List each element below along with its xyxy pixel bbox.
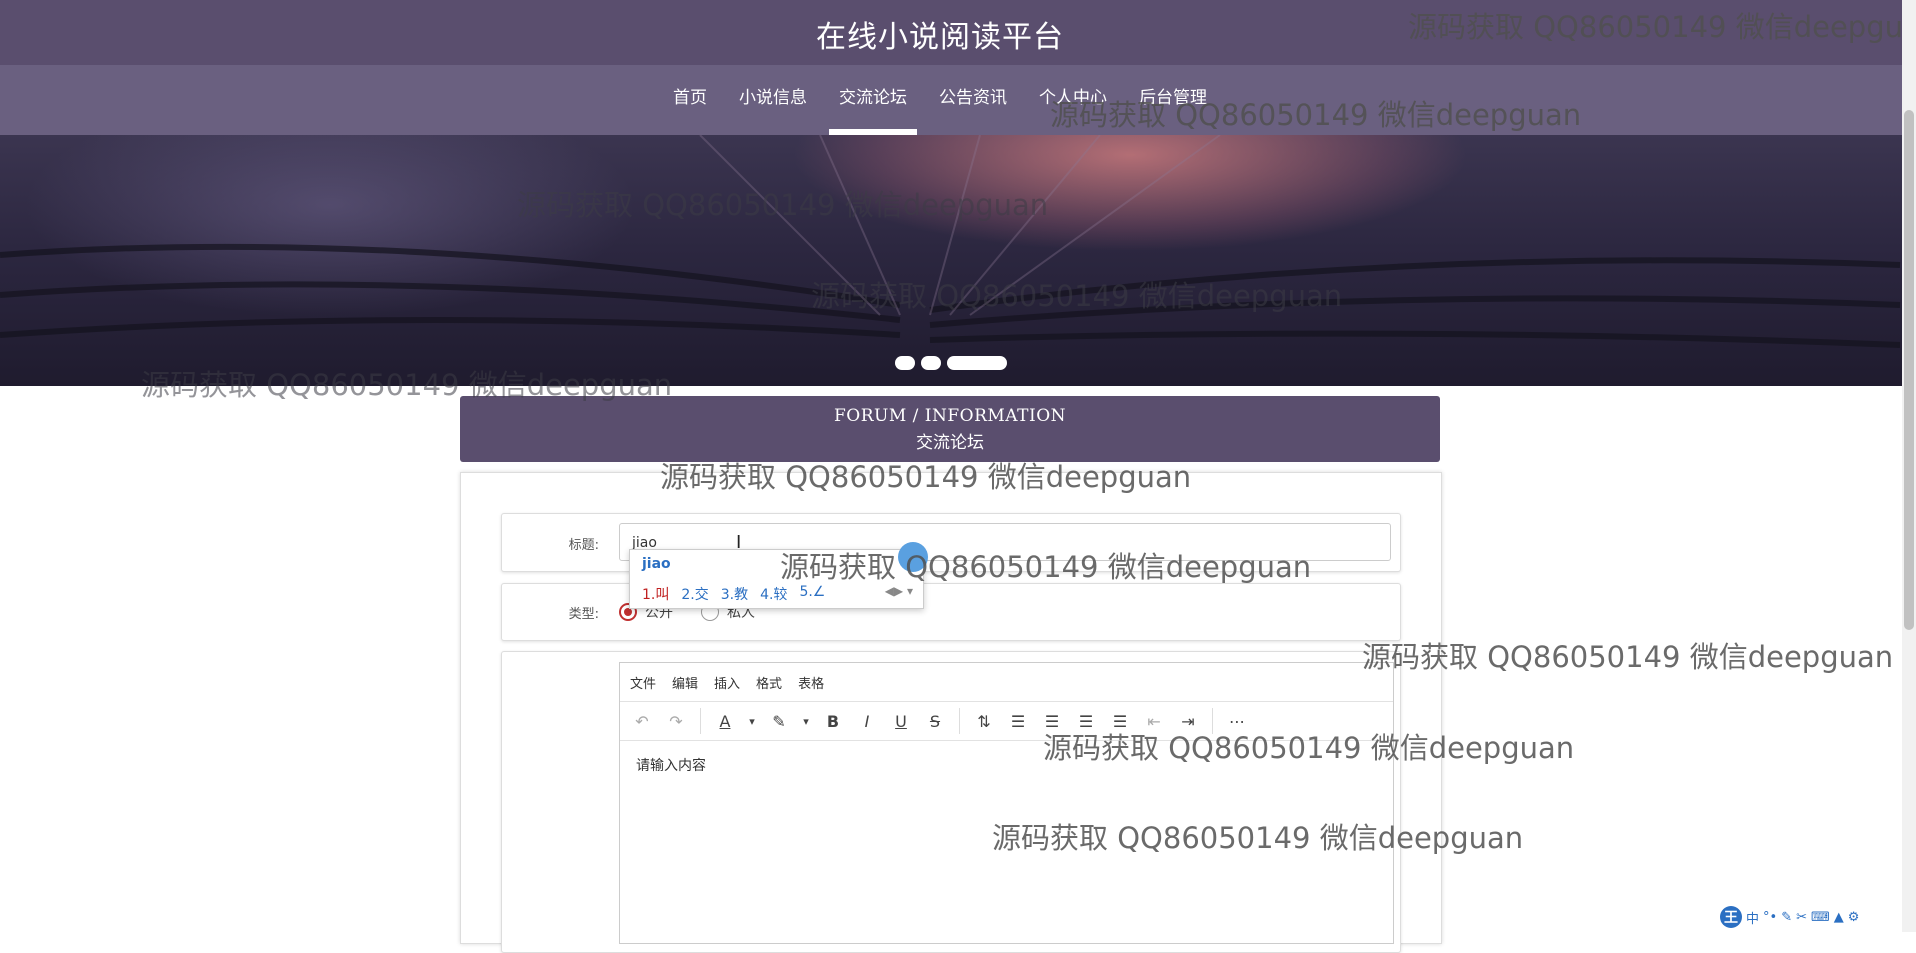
carousel-indicators	[895, 356, 1007, 370]
ime-candidates: 1.叫 2.交 3.教 4.较 5.∠	[642, 584, 825, 604]
banner-carousel	[0, 135, 1902, 386]
editor-menu-bar: 文件 编辑 插入 格式 表格	[620, 663, 1393, 702]
scrollbar-thumb[interactable]	[1904, 110, 1914, 630]
ime-app-icon[interactable]: 王	[1720, 906, 1742, 928]
nav-item-forum[interactable]: 交流论坛	[823, 65, 923, 135]
nav-item-novels[interactable]: 小说信息	[723, 65, 823, 135]
ime-candidate[interactable]: 2.交	[681, 584, 708, 604]
nav-item-admin[interactable]: 后台管理	[1123, 65, 1223, 135]
editor-toolbar: ↶ ↷ A ▾ ✎ ▾ B I U S ⇅ ☰ ☰ ☰ ☰ ⇤ ⇥ ⋯	[620, 702, 1393, 741]
keyboard-icon[interactable]: ⌨	[1811, 910, 1830, 925]
book-image	[0, 135, 1901, 348]
scissors-icon[interactable]: ✂	[1796, 910, 1807, 925]
top-header: 在线小说阅读平台	[0, 0, 1902, 65]
ime-candidate[interactable]: 1.叫	[642, 584, 669, 604]
underline-icon[interactable]: U	[887, 707, 915, 735]
carousel-dot[interactable]	[895, 356, 915, 370]
ime-candidate-window: jiao 1.叫 2.交 3.教 4.较 5.∠ ◀▶ ▾	[629, 542, 928, 609]
forum-heading-cn: 交流论坛	[916, 433, 984, 453]
forum-heading-en: FORUM / INFORMATION	[833, 406, 1067, 426]
align-center-icon[interactable]: ☰	[1038, 707, 1066, 735]
more-icon[interactable]: ⋯	[1223, 707, 1251, 735]
site-title: 在线小说阅读平台	[816, 20, 1064, 55]
undo-icon[interactable]: ↶	[628, 707, 656, 735]
title-label: 标题:	[568, 538, 599, 553]
skin-icon[interactable]: ▲	[1834, 910, 1844, 925]
ime-logo-icon	[898, 542, 928, 572]
menu-insert[interactable]: 插入	[714, 673, 740, 692]
carousel-dot-active[interactable]	[947, 356, 1007, 370]
forum-heading: FORUM / INFORMATION 交流论坛	[460, 396, 1440, 462]
menu-edit[interactable]: 编辑	[672, 673, 698, 692]
redo-icon[interactable]: ↷	[662, 707, 690, 735]
toolbar-divider	[959, 708, 960, 734]
chevron-down-icon[interactable]: ▾	[799, 707, 813, 735]
nav-item-announcements[interactable]: 公告资讯	[923, 65, 1023, 135]
line-height-icon[interactable]: ⇅	[970, 707, 998, 735]
align-justify-icon[interactable]: ☰	[1106, 707, 1134, 735]
pen-icon[interactable]: ✎	[1781, 910, 1792, 925]
ime-candidate[interactable]: 5.∠	[799, 584, 825, 604]
main-nav: 首页 小说信息 交流论坛 公告资讯 个人中心 后台管理	[0, 65, 1902, 135]
highlight-color-icon[interactable]: ✎	[765, 707, 793, 735]
nav-item-user-center[interactable]: 个人中心	[1023, 65, 1123, 135]
strikethrough-icon[interactable]: S	[921, 707, 949, 735]
nav-item-home[interactable]: 首页	[657, 65, 723, 135]
carousel-dot[interactable]	[921, 356, 941, 370]
toolbar-divider	[1212, 708, 1213, 734]
toolbar-divider	[700, 708, 701, 734]
type-label: 类型:	[568, 607, 599, 622]
chevron-down-icon[interactable]: ▾	[745, 707, 759, 735]
outdent-icon[interactable]: ⇤	[1140, 707, 1168, 735]
align-left-icon[interactable]: ☰	[1004, 707, 1032, 735]
menu-file[interactable]: 文件	[630, 673, 656, 692]
indent-icon[interactable]: ⇥	[1174, 707, 1202, 735]
bold-icon[interactable]: B	[819, 707, 847, 735]
editor-content[interactable]: 请输入内容	[620, 741, 1393, 789]
post-form: 标题: jiao 类型: 公开 私人 文件 编辑 插入 格式 表格 ↶ ↷ A …	[460, 472, 1442, 953]
ime-page-arrows-icon[interactable]: ◀▶ ▾	[885, 584, 913, 598]
ime-status-bar: 王 中 °• ✎ ✂ ⌨ ▲ ⚙	[1720, 906, 1859, 928]
rich-text-editor: 文件 编辑 插入 格式 表格 ↶ ↷ A ▾ ✎ ▾ B I U S ⇅ ☰ ☰…	[619, 662, 1394, 944]
page-scrollbar[interactable]	[1902, 0, 1916, 932]
gear-icon[interactable]: ⚙	[1848, 910, 1860, 925]
menu-table[interactable]: 表格	[798, 673, 824, 692]
ime-candidate[interactable]: 3.教	[721, 584, 748, 604]
content-row: 文件 编辑 插入 格式 表格 ↶ ↷ A ▾ ✎ ▾ B I U S ⇅ ☰ ☰…	[501, 651, 1401, 953]
ime-composition: jiao	[642, 556, 671, 572]
text-color-icon[interactable]: A	[711, 707, 739, 735]
italic-icon[interactable]: I	[853, 707, 881, 735]
ime-mode-label[interactable]: 中	[1746, 908, 1759, 927]
align-right-icon[interactable]: ☰	[1072, 707, 1100, 735]
ime-candidate[interactable]: 4.较	[760, 584, 787, 604]
text-cursor-icon: I	[736, 532, 742, 553]
punctuation-icon[interactable]: °•	[1763, 910, 1777, 925]
menu-format[interactable]: 格式	[756, 673, 782, 692]
